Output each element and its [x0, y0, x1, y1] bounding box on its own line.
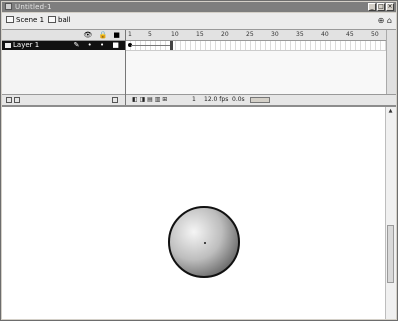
document-icon: [5, 3, 12, 10]
edit-bar: Scene 1 ball ⊕ ⌂: [2, 13, 396, 30]
layer-name: Layer 1: [13, 41, 40, 49]
ruler-tick: 50: [371, 31, 379, 38]
frame-rate: 12.0 fps: [204, 96, 229, 103]
timeline-panel: 👁 🔒 ■ Layer 1 ✎ • • ■ 1 5 10 15 20 25 30…: [2, 30, 396, 107]
frames-pane: 1 5 10 15 20 25 30 35 40 45 50 ◧ ◨ ▤ ▥ ⊞…: [126, 30, 396, 105]
breadcrumb-scene[interactable]: Scene 1: [6, 16, 44, 25]
ruler-tick: 20: [221, 31, 229, 38]
ball-symbol[interactable]: [168, 206, 240, 278]
maximize-button[interactable]: □: [377, 3, 385, 11]
add-layer-icon[interactable]: [6, 97, 12, 103]
current-frame: 1: [192, 96, 196, 103]
frame-ruler[interactable]: 1 5 10 15 20 25 30 35 40 45 50: [126, 30, 387, 41]
ruler-tick: 40: [321, 31, 329, 38]
layers-header: 👁 🔒 ■: [2, 30, 125, 41]
ruler-tick: 35: [296, 31, 304, 38]
ruler-tick: 30: [271, 31, 279, 38]
window-title: Untitled-1: [15, 3, 52, 11]
scroll-up-arrow-icon[interactable]: ▲: [387, 108, 394, 115]
minimize-button[interactable]: _: [368, 3, 376, 11]
scene-icon: [6, 16, 14, 23]
layer-row[interactable]: Layer 1 ✎ • • ■: [2, 41, 125, 50]
delete-layer-icon[interactable]: [112, 97, 118, 103]
ruler-tick: 45: [346, 31, 354, 38]
elapsed-time: 0.0s: [232, 96, 245, 103]
layer-icon: [5, 43, 11, 48]
breadcrumb-symbol[interactable]: ball: [48, 16, 71, 25]
layers-pane: 👁 🔒 ■ Layer 1 ✎ • • ■: [2, 30, 126, 105]
timeline-horizontal-scroll-thumb[interactable]: [250, 97, 270, 103]
edit-scene-symbol-icons[interactable]: ⊕ ⌂: [378, 16, 392, 25]
stage-scroll-thumb[interactable]: [387, 225, 394, 283]
stage[interactable]: ▲: [2, 107, 396, 319]
ruler-tick: 15: [196, 31, 204, 38]
scene-label: Scene 1: [16, 16, 45, 24]
onion-skin-icons[interactable]: ◧ ◨ ▤ ▥ ⊞: [132, 95, 167, 105]
frame-row[interactable]: [126, 41, 387, 51]
timeline-vertical-scrollbar[interactable]: [386, 30, 396, 94]
tween-line: [131, 45, 171, 46]
frame-end-marker: [170, 41, 173, 50]
close-button[interactable]: ×: [386, 3, 394, 11]
ruler-tick: 5: [148, 31, 152, 38]
symbol-icon: [48, 16, 56, 23]
layer-controls[interactable]: ✎ • • ■: [74, 41, 122, 50]
stage-vertical-scrollbar[interactable]: ▲: [385, 107, 396, 319]
ruler-tick: 25: [246, 31, 254, 38]
symbol-label: ball: [58, 16, 71, 24]
title-bar[interactable]: Untitled-1 _ □ ×: [2, 2, 396, 12]
layer-visibility-lock-outline-icons[interactable]: 👁 🔒 ■: [83, 30, 122, 40]
add-guide-layer-icon[interactable]: [14, 97, 20, 103]
ruler-tick: 1: [128, 31, 132, 38]
registration-point: [204, 242, 206, 244]
ruler-tick: 10: [171, 31, 179, 38]
layers-footer: [2, 94, 125, 105]
flash-document-window: Untitled-1 _ □ × Scene 1 ball ⊕ ⌂ 👁 🔒 ■ …: [0, 0, 398, 321]
timeline-status-bar: ◧ ◨ ▤ ▥ ⊞ 1 12.0 fps 0.0s: [126, 94, 396, 105]
